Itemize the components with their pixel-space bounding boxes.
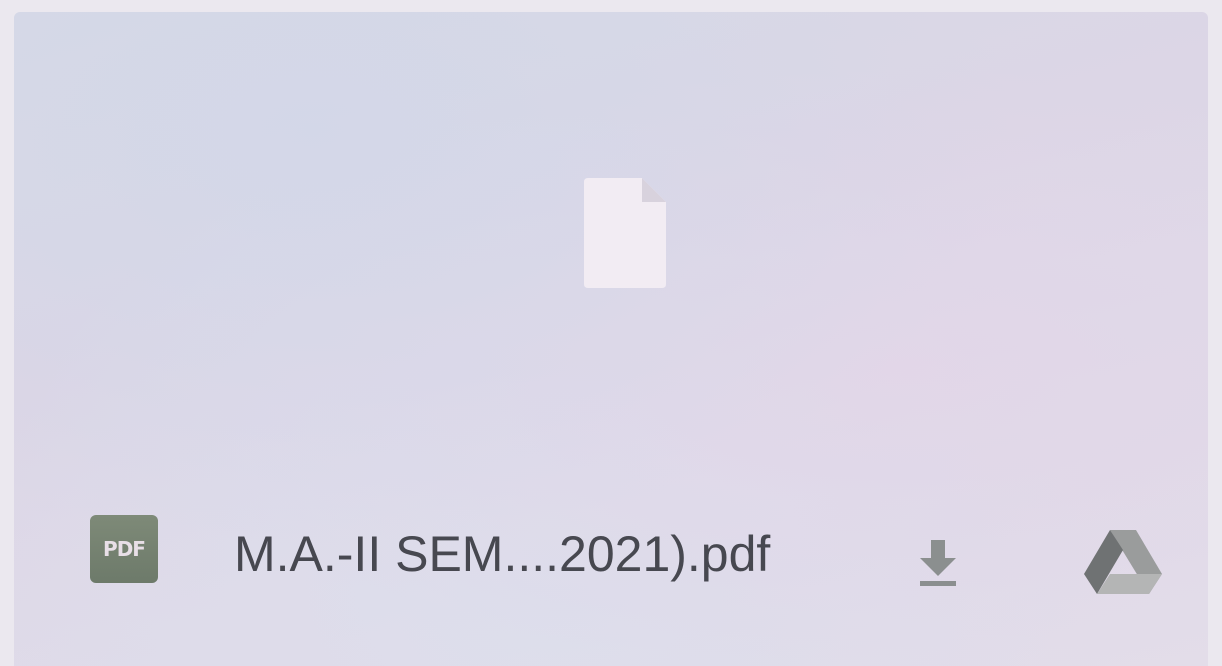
download-button[interactable] — [902, 526, 974, 598]
file-name[interactable]: M.A.-II SEM....2021).pdf — [234, 526, 770, 582]
file-info-bar: PDF M.A.-II SEM....2021).pdf — [14, 482, 1208, 642]
pdf-badge-label: PDF — [103, 537, 146, 561]
pdf-icon: PDF — [90, 515, 158, 583]
file-attachment-card[interactable]: PDF M.A.-II SEM....2021).pdf — [14, 12, 1208, 666]
file-icon — [580, 172, 672, 292]
google-drive-icon — [1084, 530, 1162, 594]
screen: PDF M.A.-II SEM....2021).pdf — [0, 0, 1222, 666]
save-to-drive-button[interactable] — [1080, 522, 1166, 602]
download-icon — [920, 540, 956, 586]
file-preview-area[interactable] — [14, 12, 1208, 482]
